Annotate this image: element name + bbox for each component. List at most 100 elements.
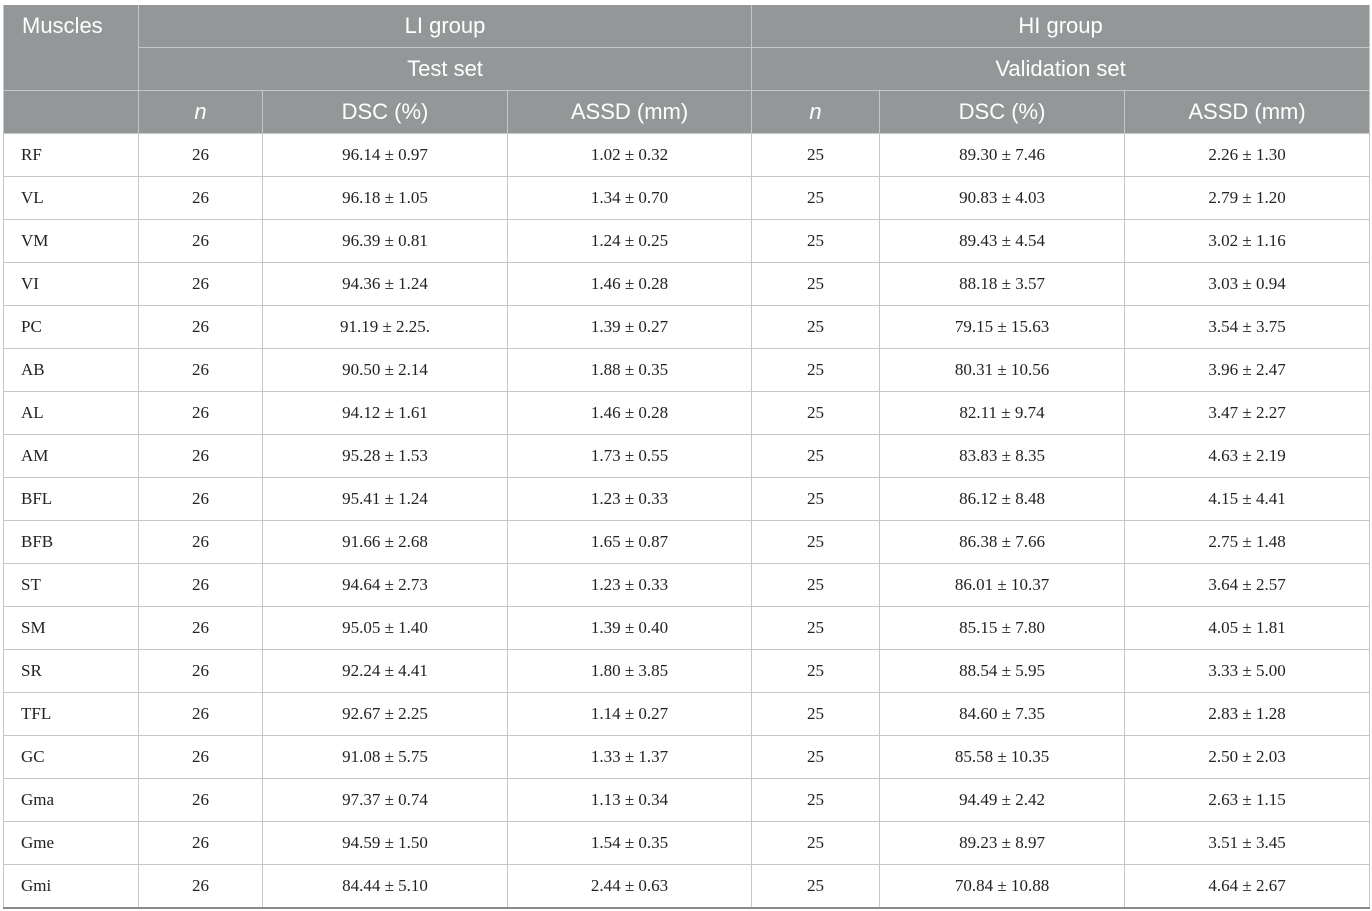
table-row: RF 26 96.14 ± 0.97 1.02 ± 0.32 25 89.30 ± 7.4… [3,133,1371,177]
hi-n-cell: 25 [751,563,881,607]
hi-n-cell: 25 [751,348,881,392]
hi-dsc-cell: 82.11 ± 9.74 [879,391,1126,435]
hi-n-cell: 25 [751,821,881,865]
hi-dsc-cell: 79.15 ± 15.63 [879,305,1126,349]
li-assd-cell: 1.23 ± 0.33 [506,563,753,607]
li-n-cell: 26 [138,348,263,392]
li-n-cell: 26 [138,305,263,349]
header-hi-n: n [751,90,881,134]
hi-assd-cell: 2.50 ± 2.03 [1124,735,1371,779]
li-dsc-cell: 95.05 ± 1.40 [262,606,508,650]
hi-assd-cell: 3.03 ± 0.94 [1124,262,1371,306]
hi-n-cell: 25 [751,434,881,478]
muscle-cell: Gmi [3,864,139,909]
li-dsc-cell: 95.28 ± 1.53 [262,434,508,478]
li-assd-cell: 1.39 ± 0.40 [506,606,753,650]
hi-n-cell: 25 [751,606,881,650]
hi-assd-cell: 4.64 ± 2.67 [1124,864,1371,909]
muscle-cell: BFB [3,520,139,564]
muscle-cell: TFL [3,692,139,736]
li-n-cell: 26 [138,735,263,779]
hi-assd-cell: 3.33 ± 5.00 [1124,649,1371,693]
hi-assd-cell: 2.26 ± 1.30 [1124,133,1371,177]
header-hi-group: HI group [751,5,1371,48]
hi-dsc-cell: 84.60 ± 7.35 [879,692,1126,736]
li-n-cell: 26 [138,821,263,865]
muscle-cell: BFL [3,477,139,521]
hi-assd-cell: 2.79 ± 1.20 [1124,176,1371,220]
muscle-cell: VM [3,219,139,263]
header-hi-dsc: DSC (%) [879,90,1126,134]
hi-assd-cell: 4.05 ± 1.81 [1124,606,1371,650]
li-assd-cell: 1.02 ± 0.32 [506,133,753,177]
li-n-cell: 26 [138,606,263,650]
hi-dsc-cell: 89.30 ± 7.46 [879,133,1126,177]
muscle-cell: RF [3,133,139,177]
muscle-cell: PC [3,305,139,349]
muscle-cell: SM [3,606,139,650]
li-dsc-cell: 91.19 ± 2.25. [262,305,508,349]
table-row: AL 26 94.12 ± 1.61 1.46 ± 0.28 25 82.11 ± 9.7… [3,391,1371,435]
hi-dsc-cell: 88.54 ± 5.95 [879,649,1126,693]
hi-dsc-cell: 86.01 ± 10.37 [879,563,1126,607]
header-hi-assd: ASSD (mm) [1124,90,1371,134]
header-row-sets: Test set Validation set [4,47,1371,91]
li-n-cell: 26 [138,391,263,435]
hi-n-cell: 25 [751,692,881,736]
table-row: Gma 26 97.37 ± 0.74 1.13 ± 0.34 25 94.49 ± 2.… [3,778,1371,822]
li-dsc-cell: 94.64 ± 2.73 [262,563,508,607]
li-n-cell: 26 [138,649,263,693]
li-assd-cell: 1.24 ± 0.25 [506,219,753,263]
li-assd-cell: 1.39 ± 0.27 [506,305,753,349]
li-n-cell: 26 [138,692,263,736]
li-n-cell: 26 [138,520,263,564]
table-row: VI 26 94.36 ± 1.24 1.46 ± 0.28 25 88.18 ± 3.5… [3,262,1371,306]
hi-n-cell: 25 [751,477,881,521]
hi-dsc-cell: 83.83 ± 8.35 [879,434,1126,478]
hi-dsc-cell: 85.15 ± 7.80 [879,606,1126,650]
li-dsc-cell: 92.24 ± 4.41 [262,649,508,693]
hi-n-cell: 25 [751,133,881,177]
header-test-set: Test set [137,47,753,91]
muscle-cell: VL [3,176,139,220]
li-dsc-cell: 96.14 ± 0.97 [262,133,508,177]
li-dsc-cell: 97.37 ± 0.74 [262,778,508,822]
table-row: Gmi 26 84.44 ± 5.10 2.44 ± 0.63 25 70.84 ± 10… [3,864,1371,909]
table-row: BFB 26 91.66 ± 2.68 1.65 ± 0.87 25 86.38 ± 7.… [3,520,1371,564]
muscle-cell: ST [3,563,139,607]
li-assd-cell: 1.13 ± 0.34 [506,778,753,822]
header-blank [3,90,139,134]
li-n-cell: 26 [138,262,263,306]
hi-n-cell: 25 [751,391,881,435]
li-n-cell: 26 [138,864,263,909]
li-assd-cell: 1.34 ± 0.70 [506,176,753,220]
hi-assd-cell: 4.15 ± 4.41 [1124,477,1371,521]
li-assd-cell: 1.14 ± 0.27 [506,692,753,736]
li-n-cell: 26 [138,176,263,220]
hi-assd-cell: 2.75 ± 1.48 [1124,520,1371,564]
table-row: VL 26 96.18 ± 1.05 1.34 ± 0.70 25 90.83 ± 4.0… [3,176,1371,220]
table-row: SR 26 92.24 ± 4.41 1.80 ± 3.85 25 88.54 ± 5.9… [3,649,1371,693]
hi-assd-cell: 3.96 ± 2.47 [1124,348,1371,392]
hi-n-cell: 25 [751,864,881,909]
hi-assd-cell: 3.02 ± 1.16 [1124,219,1371,263]
hi-dsc-cell: 89.23 ± 8.97 [879,821,1126,865]
header-validation-set: Validation set [751,47,1371,91]
table-row: ST 26 94.64 ± 2.73 1.23 ± 0.33 25 86.01 ± 10.… [3,563,1371,607]
hi-n-cell: 25 [751,520,881,564]
hi-assd-cell: 2.83 ± 1.28 [1124,692,1371,736]
table-row: TFL 26 92.67 ± 2.25 1.14 ± 0.27 25 84.60 ± 7.… [3,692,1371,736]
hi-assd-cell: 2.63 ± 1.15 [1124,778,1371,822]
li-dsc-cell: 92.67 ± 2.25 [262,692,508,736]
muscle-cell: Gme [3,821,139,865]
header-li-group: LI group [137,5,753,48]
li-n-cell: 26 [138,133,263,177]
hi-assd-cell: 3.47 ± 2.27 [1124,391,1371,435]
table-row: AM 26 95.28 ± 1.53 1.73 ± 0.55 25 83.83 ± 8.3… [3,434,1371,478]
hi-assd-cell: 3.54 ± 3.75 [1124,305,1371,349]
li-dsc-cell: 94.59 ± 1.50 [262,821,508,865]
table-row: GC 26 91.08 ± 5.75 1.33 ± 1.37 25 85.58 ± 10.… [3,735,1371,779]
header-li-dsc: DSC (%) [262,90,508,134]
li-n-cell: 26 [138,219,263,263]
hi-dsc-cell: 85.58 ± 10.35 [879,735,1126,779]
